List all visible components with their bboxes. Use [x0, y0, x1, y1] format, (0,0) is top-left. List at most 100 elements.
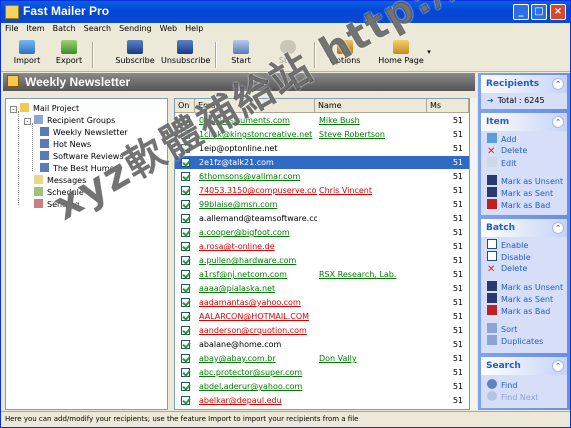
col-email[interactable]: Email: [195, 99, 315, 113]
row-checkbox[interactable]: [181, 354, 190, 363]
recipients-heading[interactable]: Recipients ⌃: [481, 75, 567, 93]
collapse-icon[interactable]: ⌃: [552, 360, 564, 372]
row-checkbox[interactable]: [181, 270, 190, 279]
row-checkbox[interactable]: [181, 256, 190, 265]
batch-sort[interactable]: Sort: [487, 323, 517, 335]
batch-mark-sent[interactable]: Mark as Sent: [487, 293, 553, 305]
row-checkbox[interactable]: [181, 382, 190, 391]
minimize-button[interactable]: _: [513, 4, 529, 20]
row-checkbox[interactable]: [181, 158, 190, 167]
batch-disable[interactable]: Disable: [487, 251, 531, 263]
table-row[interactable]: abc.protector@super.com 51: [175, 366, 469, 379]
table-row[interactable]: a.allemand@teamsoftware.com 51: [175, 212, 469, 225]
row-checkbox[interactable]: [181, 242, 190, 251]
table-row[interactable]: aaaa@pialaska.net 51: [175, 282, 469, 295]
search-find[interactable]: Find: [487, 379, 517, 391]
menu-web[interactable]: Web: [156, 23, 181, 33]
tree-item-schedule[interactable]: Schedule: [34, 187, 84, 198]
row-checkbox[interactable]: [181, 130, 190, 139]
grid-scrollbar[interactable]: [470, 98, 477, 410]
collapse-icon[interactable]: ⌃: [552, 78, 564, 90]
export-button[interactable]: Export: [51, 40, 87, 70]
table-row[interactable]: a.cooper@bigfoot.com 51: [175, 226, 469, 239]
col-on[interactable]: On: [175, 99, 195, 113]
row-checkbox[interactable]: [181, 214, 190, 223]
menu-item[interactable]: Item: [22, 23, 48, 33]
batch-enable[interactable]: Enable: [487, 239, 528, 251]
subscribe-button[interactable]: Subscribe: [113, 40, 157, 70]
tree-item-best-humor[interactable]: The Best Humor: [40, 163, 118, 174]
tree-item-recipient-groups[interactable]: - Recipient Groups: [24, 115, 115, 126]
tree-item-mail-project[interactable]: - Mail Project: [10, 103, 79, 114]
menu-help[interactable]: Help: [181, 23, 207, 33]
table-row[interactable]: 6thomsons@vallmar.com 51: [175, 170, 469, 183]
batch-delete[interactable]: ✕ Delete: [487, 263, 527, 275]
row-checkbox[interactable]: [181, 312, 190, 321]
row-checkbox[interactable]: [181, 116, 190, 125]
row-checkbox[interactable]: [181, 326, 190, 335]
table-row[interactable]: aadamantas@yahoo.com 51: [175, 296, 469, 309]
tree-item-software-reviews[interactable]: Software Reviews: [40, 151, 124, 162]
table-row[interactable]: 1click@kingstoncreative.net Steve Roberts…: [175, 128, 469, 141]
batch-mark-unsent[interactable]: Mark as Unsent: [487, 281, 563, 293]
row-email: abay@abay.com.br: [199, 354, 276, 363]
menu-file[interactable]: File: [1, 23, 22, 33]
unsubscribe-button[interactable]: Unsubscribe: [161, 40, 210, 70]
home-page-button[interactable]: Home Page: [377, 40, 425, 70]
item-edit[interactable]: Edit: [487, 157, 517, 169]
title-bar[interactable]: Fast Mailer Pro _ □ ×: [1, 1, 570, 23]
start-button[interactable]: Start: [227, 40, 255, 70]
row-checkbox[interactable]: [181, 228, 190, 237]
import-button[interactable]: Import: [9, 40, 45, 70]
table-row[interactable]: 99blaise@msn.com 51: [175, 198, 469, 211]
item-add[interactable]: Add: [487, 133, 517, 145]
stop-button[interactable]: Stop: [274, 40, 302, 70]
table-row[interactable]: 1eip@optonline.net 51: [175, 142, 469, 155]
table-row[interactable]: AALARCON@HOTMAIL.COM 51: [175, 310, 469, 323]
row-checkbox[interactable]: [181, 298, 190, 307]
col-ms[interactable]: Ms: [427, 99, 469, 113]
options-button[interactable]: Options: [327, 40, 363, 70]
table-row[interactable]: 2e1fz@talk21.com 51: [175, 156, 469, 169]
tree-item-hot-news[interactable]: Hot News: [40, 139, 91, 150]
row-checkbox[interactable]: [181, 144, 190, 153]
table-row[interactable]: a.pullen@hardware.com 51: [175, 254, 469, 267]
table-row[interactable]: 02@2instruments.com Mike Bush 51: [175, 114, 469, 127]
table-row[interactable]: 74053.3150@compuserve.com Chris Vincent 51: [175, 184, 469, 197]
menu-sending[interactable]: Sending: [115, 23, 156, 33]
item-mark-bad[interactable]: Mark as Bad: [487, 199, 550, 211]
table-row[interactable]: a1rsf@nj.netcom.com RSX Research, Lab. 51: [175, 268, 469, 281]
menu-batch[interactable]: Batch: [49, 23, 80, 33]
search-heading[interactable]: Search ⌃: [481, 357, 567, 375]
table-row[interactable]: abdel.aderur@yahoo.com 51: [175, 380, 469, 393]
collapse-icon[interactable]: ⌃: [552, 222, 564, 234]
item-mark-unsent[interactable]: Mark as Unsent: [487, 175, 563, 187]
batch-duplicates[interactable]: Duplicates: [487, 335, 543, 347]
close-button[interactable]: ×: [550, 4, 566, 20]
col-name[interactable]: Name: [315, 99, 427, 113]
item-heading[interactable]: Item ⌃: [481, 113, 567, 131]
item-mark-sent[interactable]: Mark as Sent: [487, 187, 553, 199]
row-checkbox[interactable]: [181, 186, 190, 195]
menu-search[interactable]: Search: [80, 23, 115, 33]
table-row[interactable]: abay@abay.com.br Don Vally 51: [175, 352, 469, 365]
item-delete[interactable]: ✕ Delete: [487, 145, 527, 157]
batch-mark-bad[interactable]: Mark as Bad: [487, 305, 550, 317]
table-row[interactable]: abelkar@depaul.edu 51: [175, 394, 469, 407]
table-row[interactable]: aanderson@crquotion.com 51: [175, 324, 469, 337]
row-checkbox[interactable]: [181, 172, 190, 181]
tree-item-sending[interactable]: Sending: [34, 199, 80, 210]
row-checkbox[interactable]: [181, 368, 190, 377]
row-checkbox[interactable]: [181, 284, 190, 293]
row-checkbox[interactable]: [181, 200, 190, 209]
batch-heading[interactable]: Batch ⌃: [481, 219, 567, 237]
table-row[interactable]: abalane@home.com 51: [175, 338, 469, 351]
row-checkbox[interactable]: [181, 340, 190, 349]
tree-item-messages[interactable]: Messages: [34, 175, 86, 186]
maximize-button[interactable]: □: [531, 4, 547, 20]
tree-item-weekly-newsletter[interactable]: Weekly Newsletter: [40, 127, 128, 138]
search-find-next[interactable]: Find Next: [487, 391, 539, 403]
table-row[interactable]: a.rosa@t-online.de 51: [175, 240, 469, 253]
collapse-icon[interactable]: ⌃: [552, 116, 564, 128]
row-checkbox[interactable]: [181, 396, 190, 405]
